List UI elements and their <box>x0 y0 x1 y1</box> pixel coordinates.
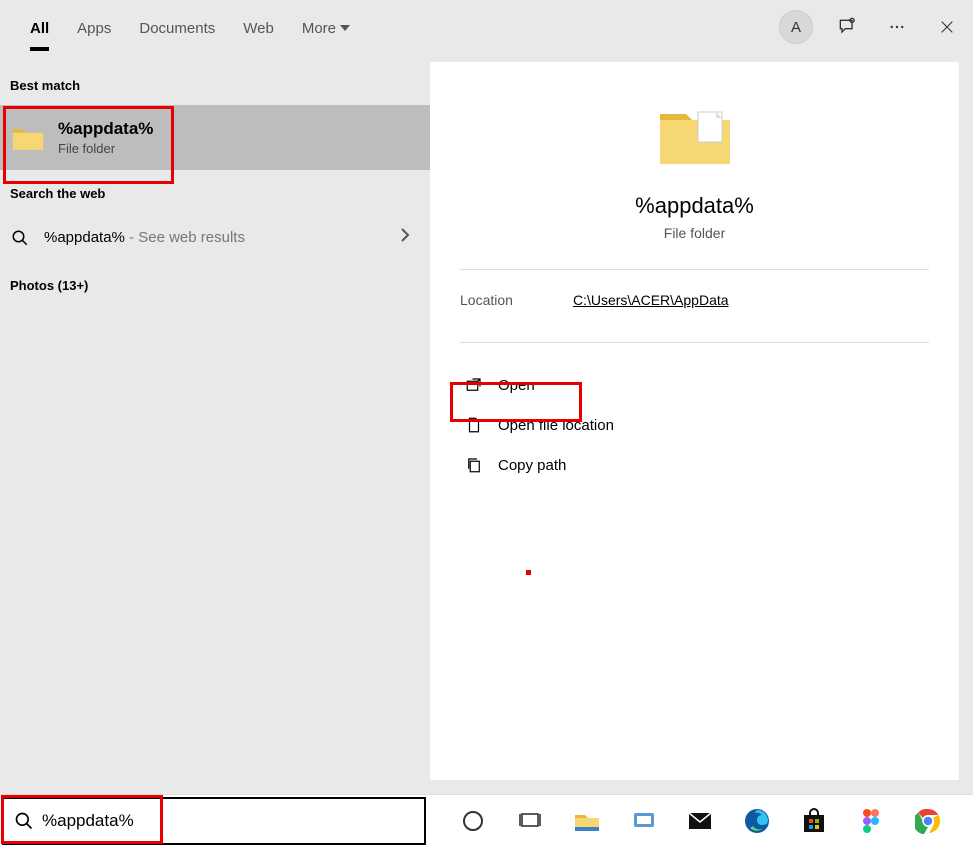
folder-icon <box>10 121 46 155</box>
best-match-result[interactable]: %appdata% File folder <box>0 105 430 170</box>
cortana-icon[interactable] <box>453 801 493 841</box>
photos-header[interactable]: Photos (13+) <box>0 262 430 305</box>
search-icon <box>14 811 34 831</box>
app-icon-1[interactable] <box>624 801 664 841</box>
more-icon[interactable] <box>881 11 913 43</box>
best-match-header: Best match <box>0 62 430 105</box>
web-result-text: %appdata% - See web results <box>44 229 386 246</box>
copy-path-action[interactable]: Copy path <box>460 445 929 485</box>
feedback-icon[interactable] <box>831 11 863 43</box>
taskbar-icons <box>428 801 973 841</box>
location-row: Location C:\Users\ACER\AppData <box>460 292 929 308</box>
content-row: Best match %appdata% File folder Search … <box>0 54 973 794</box>
preview-subtitle: File folder <box>460 225 929 241</box>
result-text: %appdata% File folder <box>58 119 420 156</box>
search-web-header: Search the web <box>0 170 430 213</box>
topbar-actions: A <box>779 0 963 54</box>
search-panel: All Apps Documents Web More A Best match <box>0 0 973 794</box>
open-location-label: Open file location <box>498 417 614 434</box>
search-input[interactable] <box>42 811 414 831</box>
folder-location-icon <box>464 415 484 435</box>
result-title: %appdata% <box>58 119 420 139</box>
tabs-row: All Apps Documents Web More A <box>0 0 973 54</box>
open-file-location-action[interactable]: Open file location <box>460 405 929 445</box>
web-suffix: - See web results <box>125 229 245 246</box>
results-column: Best match %appdata% File folder Search … <box>0 54 430 794</box>
result-subtitle: File folder <box>58 141 420 156</box>
location-label: Location <box>460 292 513 308</box>
caret-down-icon <box>340 25 350 31</box>
divider <box>460 342 929 343</box>
copy-icon <box>464 455 484 475</box>
search-icon <box>10 228 30 248</box>
avatar[interactable]: A <box>779 10 813 44</box>
tab-all[interactable]: All <box>16 4 63 51</box>
store-icon[interactable] <box>794 801 834 841</box>
location-value[interactable]: C:\Users\ACER\AppData <box>573 292 729 308</box>
chevron-right-icon <box>400 227 420 248</box>
annotation-dot <box>526 570 531 575</box>
tab-web[interactable]: Web <box>229 4 288 51</box>
preview-pane: %appdata% File folder Location C:\Users\… <box>430 62 959 780</box>
close-icon[interactable] <box>931 11 963 43</box>
divider <box>460 269 929 270</box>
open-action[interactable]: Open <box>460 365 929 405</box>
taskbar-search-box[interactable] <box>2 797 426 845</box>
web-query: %appdata% <box>44 229 125 246</box>
mail-icon[interactable] <box>680 801 720 841</box>
tab-more-label: More <box>302 20 336 37</box>
file-explorer-icon[interactable] <box>567 801 607 841</box>
preview-folder-icon <box>656 102 734 173</box>
taskbar <box>0 794 973 847</box>
edge-icon[interactable] <box>737 801 777 841</box>
web-result[interactable]: %appdata% - See web results <box>0 213 430 262</box>
copy-path-label: Copy path <box>498 457 566 474</box>
figma-icon[interactable] <box>851 801 891 841</box>
tab-apps[interactable]: Apps <box>63 4 125 51</box>
open-icon <box>464 375 484 395</box>
tab-more[interactable]: More <box>288 4 364 51</box>
open-label: Open <box>498 377 535 394</box>
chrome-icon[interactable] <box>908 801 948 841</box>
task-view-icon[interactable] <box>510 801 550 841</box>
tab-documents[interactable]: Documents <box>125 4 229 51</box>
preview-title: %appdata% <box>460 193 929 219</box>
